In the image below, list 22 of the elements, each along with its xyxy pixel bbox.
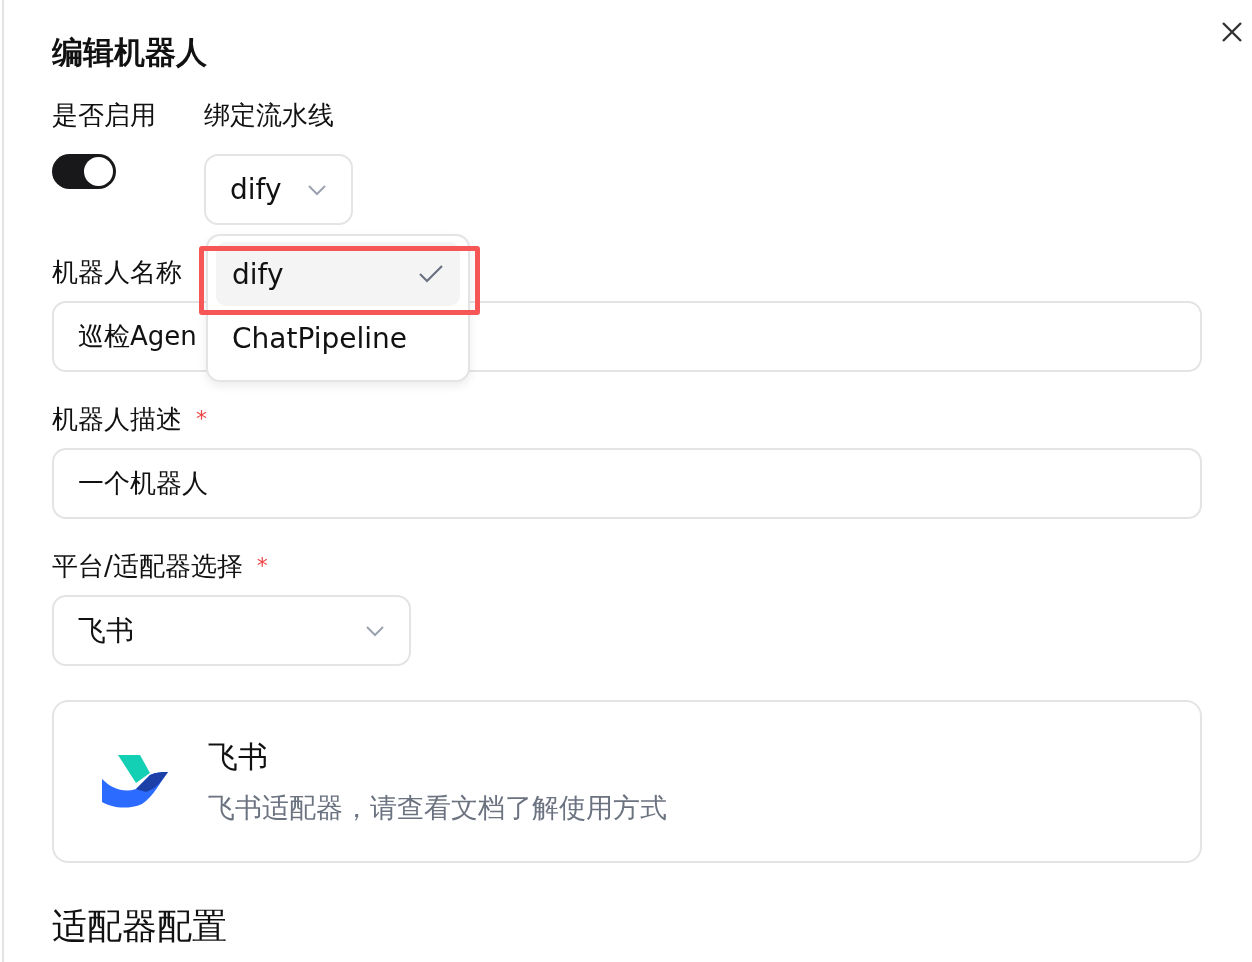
dropdown-option[interactable]: ChatPipeline — [216, 306, 460, 370]
description-field[interactable]: 一个机器人 — [52, 448, 1202, 519]
required-mark: * — [196, 405, 207, 433]
adapter-title: 飞书 — [208, 738, 269, 776]
chevron-down-icon — [365, 624, 385, 637]
pipeline-select[interactable]: dify — [204, 154, 353, 225]
check-icon — [418, 264, 444, 284]
dialog-title: 编辑机器人 — [52, 33, 207, 72]
chevron-down-icon — [307, 183, 327, 196]
field-label: 平台/适配器选择 — [52, 550, 243, 583]
bird-logo-icon — [102, 754, 168, 809]
required-mark: * — [256, 552, 268, 580]
section-title: 适配器配置 — [52, 905, 228, 948]
dropdown-option[interactable]: dify — [216, 242, 460, 306]
field-label: 机器人描述 — [52, 403, 182, 436]
enable-switch[interactable] — [52, 154, 116, 189]
platform-select[interactable]: 飞书 — [52, 595, 411, 666]
field-label: 机器人名称 — [52, 256, 182, 289]
close-icon — [1221, 21, 1243, 43]
field-label: 绑定流水线 — [204, 99, 334, 132]
field-label: 是否启用 — [52, 99, 156, 132]
adapter-description: 飞书适配器，请查看文档了解使用方式 — [208, 791, 667, 825]
